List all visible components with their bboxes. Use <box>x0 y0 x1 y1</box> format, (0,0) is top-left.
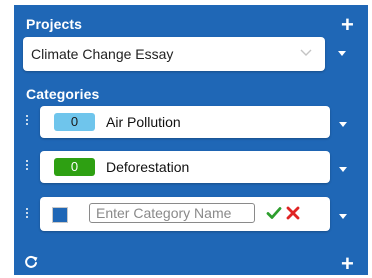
project-select[interactable]: Climate Change Essay <box>23 37 325 71</box>
category-label: Deforestation <box>106 159 190 175</box>
category-row-air-pollution[interactable]: 0 Air Pollution <box>40 106 330 138</box>
new-category-row <box>40 197 330 231</box>
refresh-icon[interactable] <box>24 255 38 269</box>
project-menu-caret-icon[interactable] <box>338 51 346 56</box>
category-row-deforestation[interactable]: 0 Deforestation <box>40 151 330 183</box>
category-name-input[interactable] <box>89 203 255 223</box>
category-menu-caret-icon[interactable] <box>339 167 347 172</box>
category-label: Air Pollution <box>106 114 181 130</box>
project-select-value: Climate Change Essay <box>31 46 174 62</box>
add-category-icon[interactable]: + <box>341 253 354 275</box>
categories-panel: Projects + Climate Change Essay Categori… <box>14 5 368 275</box>
category-menu-caret-icon[interactable] <box>339 122 347 127</box>
category-menu-caret-icon[interactable] <box>339 214 347 219</box>
category-count-badge: 0 <box>54 113 95 131</box>
add-project-icon[interactable]: + <box>341 14 354 36</box>
chevron-down-icon <box>300 49 312 56</box>
drag-handle-icon[interactable] <box>25 160 29 172</box>
drag-handle-icon[interactable] <box>25 208 29 220</box>
categories-title: Categories <box>26 86 100 102</box>
category-count-badge: 0 <box>54 158 95 176</box>
color-swatch[interactable] <box>52 207 68 223</box>
check-icon[interactable] <box>266 205 282 221</box>
close-icon[interactable] <box>286 206 300 220</box>
drag-handle-icon[interactable] <box>25 115 29 127</box>
projects-title: Projects <box>26 16 83 32</box>
